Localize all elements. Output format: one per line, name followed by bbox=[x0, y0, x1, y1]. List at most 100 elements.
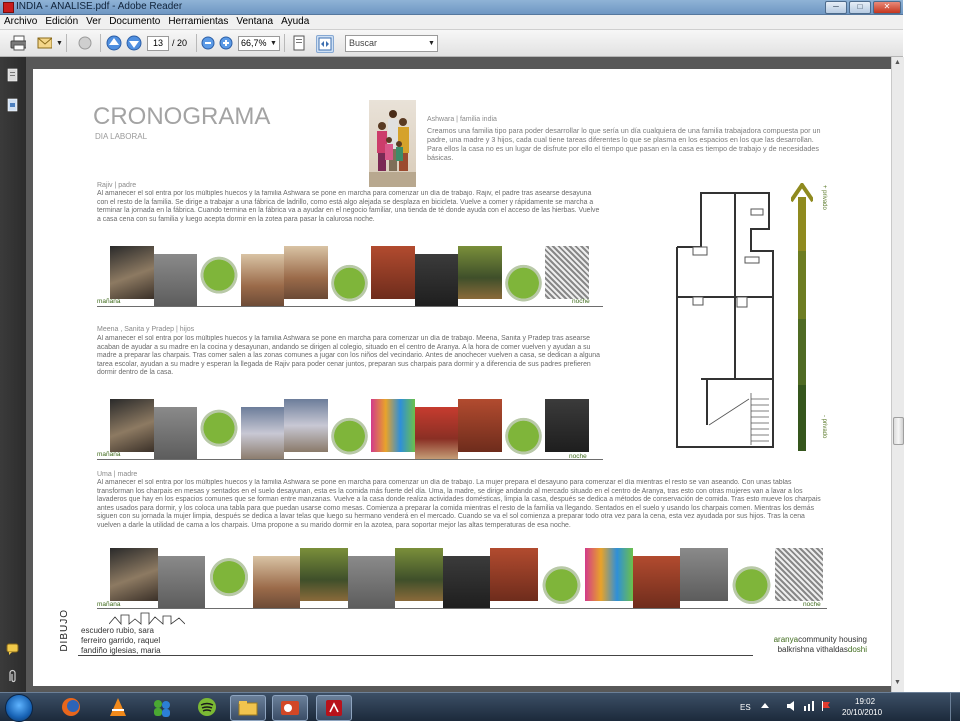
legend-more-private: + privado bbox=[821, 185, 827, 210]
strip-photo bbox=[300, 548, 348, 601]
author-3: fandiño iglesias, maria bbox=[81, 646, 161, 655]
clock-date[interactable]: 20/10/2010 bbox=[842, 708, 882, 717]
vlc-icon[interactable] bbox=[101, 695, 135, 719]
strip-photo bbox=[727, 556, 775, 609]
strip-photo bbox=[585, 548, 633, 601]
fit-page-icon[interactable] bbox=[291, 35, 307, 51]
menu-documento[interactable]: Documento bbox=[105, 15, 164, 29]
strip-photo bbox=[197, 399, 241, 452]
comments-panel-icon[interactable] bbox=[6, 642, 19, 656]
photo-strip-padre bbox=[110, 246, 589, 307]
document-title: CRONOGRAMA bbox=[93, 103, 271, 130]
print-icon[interactable] bbox=[10, 35, 26, 51]
language-indicator[interactable]: ES bbox=[740, 703, 751, 712]
hand-tool-icon[interactable] bbox=[76, 35, 92, 51]
minimize-button[interactable]: ─ bbox=[825, 1, 847, 14]
file-explorer-icon[interactable] bbox=[230, 695, 266, 721]
section-heading-madre: Uma | madre bbox=[97, 471, 138, 478]
strip-photo bbox=[110, 399, 154, 452]
strip-photo bbox=[414, 407, 458, 460]
menu-edicion[interactable]: Edición bbox=[41, 15, 82, 29]
menu-bar: Archivo Edición Ver Documento Herramient… bbox=[0, 15, 903, 30]
strip-photo bbox=[110, 548, 158, 601]
speaker-icon[interactable] bbox=[786, 700, 798, 712]
menu-ver[interactable]: Ver bbox=[82, 15, 105, 29]
section-text-hijos: Al amanecer el sol entra por los múltipl… bbox=[97, 335, 600, 377]
strip-photo bbox=[395, 548, 443, 601]
strip-photo bbox=[284, 246, 328, 299]
clock-time[interactable]: 19:02 bbox=[855, 697, 875, 706]
spotify-icon[interactable] bbox=[190, 695, 224, 719]
firefox-icon[interactable] bbox=[54, 695, 88, 719]
fit-width-icon[interactable] bbox=[316, 35, 334, 53]
menu-ayuda[interactable]: Ayuda bbox=[277, 15, 313, 29]
show-hidden-icons-icon[interactable] bbox=[760, 701, 770, 711]
paperclip-icon[interactable] bbox=[6, 669, 19, 683]
search-dropdown-icon[interactable]: ▼ bbox=[428, 40, 435, 47]
strip-photo bbox=[327, 407, 371, 460]
timeline-end-padre: noche bbox=[572, 298, 590, 305]
section-text-padre: Al amanecer el sol entra por los múltipl… bbox=[97, 190, 600, 223]
strip-photo bbox=[371, 246, 415, 299]
menu-archivo[interactable]: Archivo bbox=[0, 15, 41, 29]
zoom-in-icon[interactable] bbox=[219, 35, 235, 51]
network-icon[interactable] bbox=[803, 700, 815, 712]
timeline-start-padre: mañana bbox=[97, 298, 121, 305]
strip-photo bbox=[240, 407, 284, 460]
timeline-madre bbox=[97, 608, 827, 609]
scroll-thumb[interactable] bbox=[893, 417, 904, 445]
floor-plan-drawing bbox=[676, 192, 774, 448]
navigation-panel bbox=[0, 57, 26, 692]
messenger-icon[interactable] bbox=[145, 695, 179, 719]
scroll-up-icon[interactable]: ▲ bbox=[893, 59, 902, 69]
pages-panel-icon[interactable] bbox=[6, 68, 19, 82]
brand-architect: balkrishna vithaldasdoshi bbox=[778, 645, 867, 654]
menu-herramientas[interactable]: Herramientas bbox=[164, 15, 232, 29]
strip-photo bbox=[545, 399, 589, 452]
strip-photo bbox=[414, 254, 458, 307]
search-input[interactable]: Buscar bbox=[345, 35, 438, 52]
legend-less-private: - privado bbox=[821, 415, 827, 439]
page-number-input[interactable]: 13 bbox=[147, 36, 169, 51]
strip-photo bbox=[371, 399, 415, 452]
vertical-scrollbar[interactable]: ▲ ▼ bbox=[891, 57, 904, 692]
strip-photo bbox=[458, 246, 502, 299]
strip-photo bbox=[153, 254, 197, 307]
strip-photo bbox=[197, 246, 241, 299]
timeline-end-madre: noche bbox=[803, 601, 821, 608]
strip-photo bbox=[157, 556, 205, 609]
strip-photo bbox=[501, 254, 545, 307]
author-2: ferreiro garrido, raquel bbox=[81, 636, 161, 645]
strip-photo bbox=[545, 246, 589, 299]
next-page-icon[interactable] bbox=[126, 35, 142, 51]
strip-photo bbox=[490, 548, 538, 601]
maximize-button[interactable]: □ bbox=[849, 1, 871, 14]
powerpoint-icon[interactable] bbox=[272, 695, 308, 721]
adobe-reader-taskbar-icon[interactable] bbox=[316, 695, 352, 721]
strip-photo bbox=[442, 556, 490, 609]
attachments-panel-icon[interactable] bbox=[6, 98, 19, 112]
family-photo bbox=[369, 100, 416, 187]
footer-skyline-sketch bbox=[109, 612, 185, 625]
start-button[interactable] bbox=[5, 694, 33, 722]
photo-strip-madre bbox=[110, 548, 823, 609]
menu-ventana[interactable]: Ventana bbox=[232, 15, 277, 29]
scroll-down-icon[interactable]: ▼ bbox=[893, 679, 902, 689]
action-center-flag-icon[interactable] bbox=[820, 700, 832, 712]
strip-photo bbox=[347, 556, 395, 609]
previous-page-icon[interactable] bbox=[106, 35, 122, 51]
zoom-out-icon[interactable] bbox=[201, 35, 217, 51]
timeline-hijos bbox=[97, 459, 603, 460]
show-desktop-button[interactable] bbox=[950, 693, 960, 721]
brand-aranya: aranyacommunity housing bbox=[774, 635, 867, 644]
intro-text: Creamos una familia tipo para poder desa… bbox=[427, 126, 821, 162]
document-subtitle: DIA LABORAL bbox=[95, 132, 148, 141]
strip-photo bbox=[284, 399, 328, 452]
email-icon[interactable] bbox=[36, 35, 52, 51]
strip-photo bbox=[458, 399, 502, 452]
email-dropdown-icon[interactable]: ▼ bbox=[56, 40, 63, 47]
section-text-madre: Al amanecer el sol entra por los múltipl… bbox=[97, 479, 821, 529]
strip-photo bbox=[252, 556, 300, 609]
close-button[interactable]: ✕ bbox=[873, 1, 901, 14]
zoom-dropdown-icon[interactable]: ▼ bbox=[270, 40, 277, 47]
